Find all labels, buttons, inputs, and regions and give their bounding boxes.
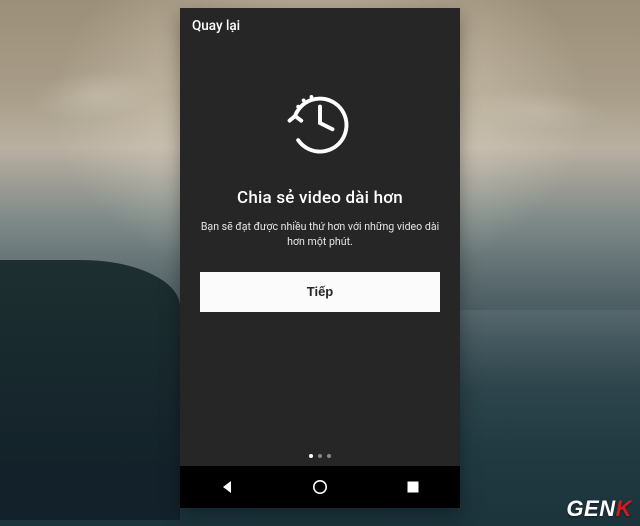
next-button[interactable]: Tiếp	[200, 272, 440, 312]
nav-recent-button[interactable]	[387, 466, 439, 508]
watermark-genk: GENK	[556, 493, 640, 526]
mountain-silhouette	[0, 260, 180, 520]
clock-history-icon	[281, 84, 359, 166]
pager-dot	[318, 454, 322, 458]
cloud-haze	[438, 73, 640, 147]
onboarding-content: Chia sẻ video dài hơn Bạn sẽ đạt được nh…	[180, 44, 460, 466]
watermark-text: GEN	[566, 496, 615, 521]
page-subtitle: Bạn sẽ đạt được nhiều thứ hơn với những …	[200, 220, 440, 250]
pager-dot	[309, 454, 313, 458]
cloud-haze	[0, 50, 193, 139]
back-link[interactable]: Quay lại	[192, 18, 240, 34]
watermark-text-accent: K	[616, 496, 632, 521]
nav-home-button[interactable]	[294, 466, 346, 508]
pager-dot	[327, 454, 331, 458]
phone-frame: Quay lại Chia sẻ video dài hơn Bạn sẽ đạ…	[180, 8, 460, 508]
page-title: Chia sẻ video dài hơn	[237, 188, 403, 208]
page-indicator	[180, 454, 460, 458]
android-navbar	[180, 466, 460, 508]
nav-back-button[interactable]	[201, 466, 253, 508]
